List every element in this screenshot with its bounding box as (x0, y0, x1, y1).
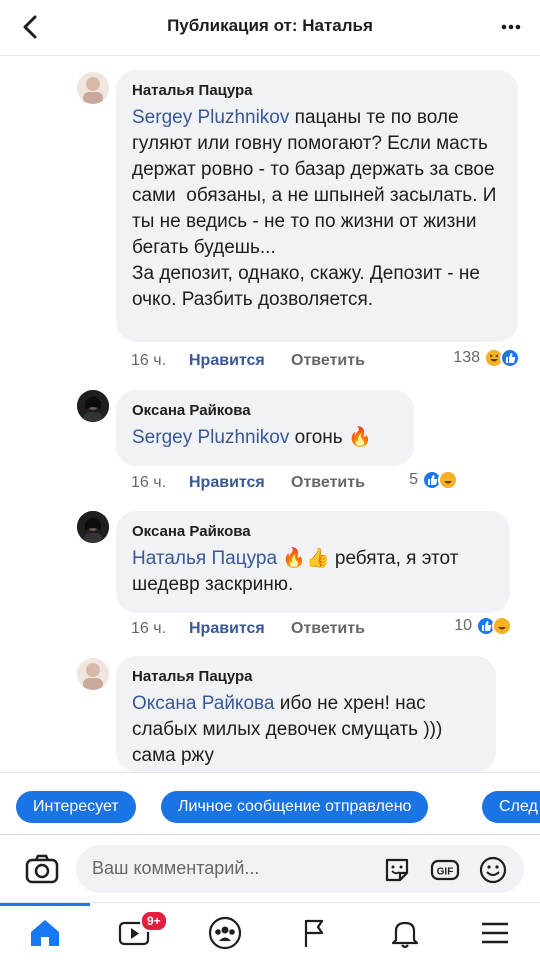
reactions-count: 5 (409, 471, 418, 488)
comment-bubble: Оксана Райкова Sergey Pluzhnikov огонь 🔥 (116, 390, 414, 466)
notification-badge: 9+ (140, 910, 168, 932)
like-button[interactable]: Нравится (189, 352, 291, 370)
haha-reaction-icon (492, 616, 512, 636)
quick-reply-message-sent[interactable]: Личное сообщение отправлено (161, 791, 429, 823)
comment-text: Оксана Райкова ибо не хрен! нас слабых м… (132, 691, 480, 769)
reply-button[interactable]: Ответить (291, 474, 365, 492)
avatar[interactable] (77, 511, 109, 543)
comment-time: 16 ч. (131, 620, 167, 637)
comment-text: Sergey Pluzhnikov огонь 🔥 (132, 425, 398, 451)
reactions[interactable]: 5 (409, 470, 458, 490)
avatar-photo-icon (77, 390, 109, 422)
active-tab-indicator (0, 903, 90, 906)
mention-link[interactable]: Оксана Райкова (132, 693, 274, 714)
comment-actions: 16 ч. Нравится Ответить (131, 352, 365, 370)
home-icon[interactable] (27, 915, 63, 951)
avatar-photo-icon (77, 511, 109, 543)
notifications-bell-icon[interactable] (387, 915, 423, 951)
comment-input[interactable]: Ваш комментарий... GIF (76, 845, 524, 893)
avatar[interactable] (77, 658, 109, 690)
comment-input-placeholder: Ваш комментарий... (92, 858, 260, 878)
pages-flag-icon[interactable] (297, 915, 333, 951)
bottom-navigation: 9+ (0, 902, 540, 960)
quick-replies-bar: Интересует Личное сообщение отправлено С… (0, 772, 540, 834)
groups-icon[interactable] (207, 915, 243, 951)
sticker-icon[interactable] (382, 855, 412, 885)
avatar-photo-icon (77, 72, 109, 104)
reply-button[interactable]: Ответить (291, 620, 365, 638)
avatar[interactable] (77, 72, 109, 104)
quick-reply-next[interactable]: След (482, 791, 540, 823)
comment-bubble: Наталья Пацура Оксана Райкова ибо не хре… (116, 656, 496, 772)
gif-icon[interactable]: GIF (430, 855, 460, 885)
comment-author[interactable]: Наталья Пацура (132, 82, 502, 99)
reactions[interactable]: 10 (454, 616, 512, 636)
comment-body: пацаны те по воле гуляют или говну помог… (132, 107, 497, 310)
mention-link[interactable]: Наталья Пацура (132, 548, 277, 569)
mention-link[interactable]: Sergey Pluzhnikov (132, 107, 289, 128)
menu-hamburger-icon[interactable] (477, 915, 513, 951)
like-button[interactable]: Нравится (189, 474, 291, 492)
mention-link[interactable]: Sergey Pluzhnikov (132, 427, 289, 448)
reply-button[interactable]: Ответить (291, 352, 365, 370)
camera-icon[interactable] (24, 851, 60, 887)
comment-text: Наталья Пацура 🔥👍 ребята, я этот шедевр … (132, 546, 494, 598)
like-button[interactable]: Нравится (189, 620, 291, 638)
comment-body: огонь 🔥 (289, 427, 372, 448)
comment-bubble: Оксана Райкова Наталья Пацура 🔥👍 ребята,… (116, 511, 510, 613)
comment-time: 16 ч. (131, 474, 167, 491)
emoji-icon[interactable] (478, 855, 508, 885)
avatar-photo-icon (77, 658, 109, 690)
top-bar: Публикация от: Наталья (0, 0, 540, 56)
comment-bubble: Наталья Пацура Sergey Pluzhnikov пацаны … (116, 70, 518, 342)
avatar[interactable] (77, 390, 109, 422)
comment-time: 16 ч. (131, 352, 167, 369)
comment-author[interactable]: Наталья Пацура (132, 668, 480, 685)
comment-author[interactable]: Оксана Райкова (132, 402, 398, 419)
comment-author[interactable]: Оксана Райкова (132, 523, 494, 540)
haha-reaction-icon (438, 470, 458, 490)
page-title: Публикация от: Наталья (167, 16, 373, 35)
quick-reply-interested[interactable]: Интересует (16, 791, 136, 823)
like-reaction-icon (500, 348, 520, 368)
comment-composer: Ваш комментарий... GIF (0, 834, 540, 902)
reactions-count: 10 (454, 617, 472, 634)
more-options-icon[interactable] (496, 12, 526, 42)
reactions-count: 138 (453, 349, 480, 366)
comment-text: Sergey Pluzhnikov пацаны те по воле гуля… (132, 105, 502, 313)
comment-actions: 16 ч. Нравится Ответить (131, 474, 365, 492)
comment-actions: 16 ч. Нравится Ответить (131, 620, 365, 638)
reactions[interactable]: 138 (453, 348, 520, 368)
svg-text:GIF: GIF (437, 867, 454, 878)
